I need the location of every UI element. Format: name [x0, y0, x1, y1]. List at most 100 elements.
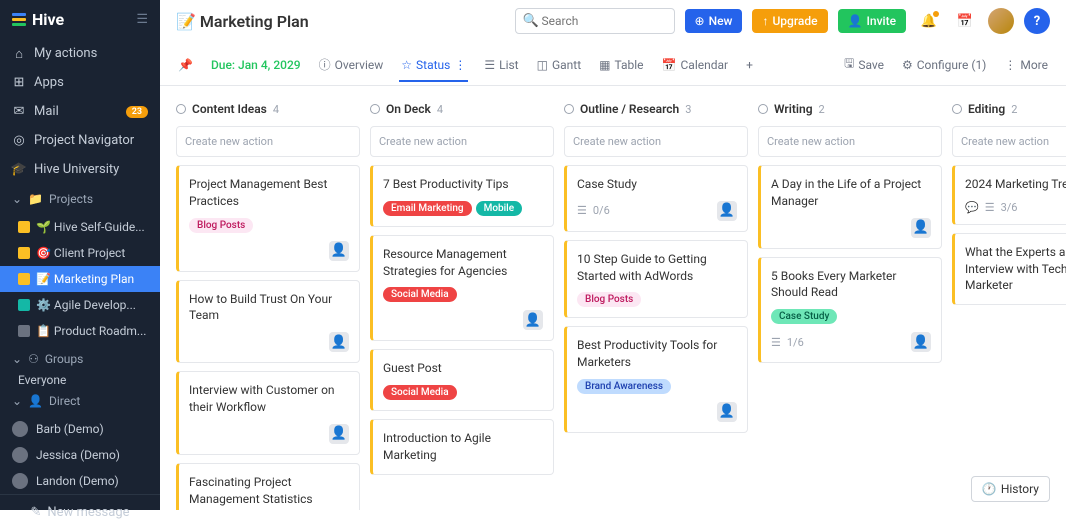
direct-person[interactable]: Jessica (Demo) — [0, 442, 160, 468]
project-item[interactable]: 📋 Product Roadm... — [0, 318, 160, 344]
logo[interactable]: Hive ☰ — [0, 0, 160, 39]
groups-header[interactable]: ⌄ ⚇ Groups — [0, 344, 160, 374]
direct-header[interactable]: ⌄ 👤 Direct — [0, 386, 160, 416]
pin-button[interactable]: 📌 — [176, 50, 195, 82]
card[interactable]: Resource Management Strategies for Agenc… — [370, 235, 554, 342]
card[interactable]: How to Build Trust On Your Team 👤 — [176, 280, 360, 364]
nav-hive-university[interactable]: 🎓 Hive University — [0, 155, 160, 184]
notifications-button[interactable]: 🔔 — [916, 8, 942, 34]
menu-toggle-icon[interactable]: ☰ — [136, 12, 148, 27]
user-avatar[interactable] — [988, 8, 1014, 34]
card[interactable]: 2024 Marketing Trend💬☰3/6 — [952, 165, 1066, 225]
tab-label: Overview — [335, 58, 384, 72]
create-action-input[interactable]: Create new action — [176, 126, 360, 157]
card[interactable]: 10 Step Guide to Getting Started with Ad… — [564, 240, 748, 319]
direct-person[interactable]: Landon (Demo) — [0, 468, 160, 494]
tab-gantt[interactable]: ◫Gantt — [535, 50, 584, 82]
status-circle-icon — [758, 104, 768, 114]
assignee-avatar[interactable]: 👤 — [329, 424, 349, 444]
column-title: Editing — [968, 102, 1005, 116]
checklist-count: 0/6 — [593, 204, 610, 217]
calendar-button[interactable]: 📅 — [952, 8, 978, 34]
group-everyone[interactable]: Everyone — [0, 374, 160, 386]
assignee-avatar[interactable]: 👤 — [911, 332, 931, 352]
nav-my-actions[interactable]: ⌂ My actions — [0, 39, 160, 68]
tab-overview[interactable]: ⓘOverview — [317, 48, 386, 83]
star-icon: ☆ — [401, 58, 412, 72]
nav-project-navigator[interactable]: ◎ Project Navigator — [0, 126, 160, 155]
chevron-icon: ⌄ — [12, 352, 22, 366]
projects-header[interactable]: ⌄ 📁 Projects — [0, 184, 160, 214]
configure-button[interactable]: ⚙Configure (1) — [900, 50, 988, 82]
nav-label: Mail — [34, 104, 59, 119]
nav-mail[interactable]: ✉ Mail 23 — [0, 97, 160, 126]
project-color-icon — [18, 221, 30, 233]
card-title: Interview with Customer on their Workflo… — [189, 382, 349, 416]
card[interactable]: A Day in the Life of a Project Manager👤 — [758, 165, 942, 249]
tab-calendar[interactable]: 📅Calendar — [660, 50, 731, 82]
project-item[interactable]: 🌱 Hive Self-Guide... — [0, 214, 160, 240]
card-footer: ☰1/6👤 — [771, 332, 931, 352]
tag[interactable]: Email Marketing — [383, 201, 472, 216]
direct-person[interactable]: Barb (Demo) — [0, 416, 160, 442]
card[interactable]: Best Productivity Tools for MarketersBra… — [564, 326, 748, 433]
upgrade-button[interactable]: ↑Upgrade — [752, 9, 827, 33]
tab-label: Table — [614, 58, 643, 72]
tab-table[interactable]: ▦Table — [597, 50, 645, 82]
card-title: How to Build Trust On Your Team — [189, 291, 349, 325]
create-action-input[interactable]: Create new action — [952, 126, 1066, 157]
history-button[interactable]: 🕐 History — [971, 476, 1050, 502]
tag[interactable]: Brand Awareness — [577, 379, 671, 394]
add-view-button[interactable]: + — [744, 50, 755, 82]
card[interactable]: What the Experts are Saying: Interview w… — [952, 233, 1066, 305]
tag[interactable]: Case Study — [771, 309, 837, 324]
card[interactable]: Case Study☰0/6👤 — [564, 165, 748, 232]
project-item[interactable]: 📝 Marketing Plan — [0, 266, 160, 292]
assignee-avatar[interactable]: 👤 — [911, 218, 931, 238]
column-count: 4 — [437, 103, 443, 116]
card[interactable]: 7 Best Productivity TipsEmail MarketingM… — [370, 165, 554, 227]
tag[interactable]: Social Media — [383, 287, 457, 302]
more-icon[interactable]: ⋮ — [454, 58, 466, 72]
assignee-avatar[interactable]: 👤 — [717, 402, 737, 422]
card[interactable]: Interview with Customer on their Workflo… — [176, 371, 360, 455]
column-title: Content Ideas — [192, 102, 267, 116]
nav-apps[interactable]: ⊞ Apps — [0, 68, 160, 97]
help-button[interactable]: ? — [1024, 8, 1050, 34]
column-header: On Deck 4 — [370, 100, 554, 118]
create-action-input[interactable]: Create new action — [370, 126, 554, 157]
card[interactable]: Introduction to Agile Marketing — [370, 419, 554, 475]
project-item[interactable]: ⚙️ Agile Develop... — [0, 292, 160, 318]
save-icon: 🖫 — [844, 54, 854, 75]
create-action-input[interactable]: Create new action — [758, 126, 942, 157]
section-label: Projects — [49, 192, 93, 206]
card[interactable]: 5 Books Every Marketer Should ReadCase S… — [758, 257, 942, 364]
arrow-up-icon: ↑ — [762, 14, 768, 28]
board-column: Writing 2 Create new action A Day in the… — [758, 100, 942, 496]
card[interactable]: Fascinating Project Management Statistic… — [176, 463, 360, 510]
save-button[interactable]: 🖫Save — [842, 46, 886, 85]
tab-status[interactable]: ☆Status ⋮ — [399, 50, 468, 82]
assignee-avatar[interactable]: 👤 — [329, 332, 349, 352]
due-date[interactable]: Due: Jan 4, 2029 — [209, 50, 303, 82]
card[interactable]: Guest PostSocial Media — [370, 349, 554, 411]
tag[interactable]: Social Media — [383, 385, 457, 400]
create-action-input[interactable]: Create new action — [564, 126, 748, 157]
assignee-avatar[interactable]: 👤 — [523, 310, 543, 330]
tag[interactable]: Mobile — [476, 201, 523, 216]
more-button[interactable]: ⋮More — [1002, 50, 1050, 82]
kanban-board: Content Ideas 4 Create new action Projec… — [160, 86, 1066, 510]
tab-list[interactable]: ☰List — [482, 50, 520, 82]
assignee-avatar[interactable]: 👤 — [329, 241, 349, 261]
project-item[interactable]: 🎯 Client Project — [0, 240, 160, 266]
logo-text: Hive — [32, 10, 64, 29]
column-count: 4 — [273, 103, 279, 116]
card[interactable]: Project Management Best PracticesBlog Po… — [176, 165, 360, 272]
tag[interactable]: Blog Posts — [189, 218, 253, 233]
card-title: Fascinating Project Management Statistic… — [189, 474, 349, 508]
assignee-avatar[interactable]: 👤 — [717, 201, 737, 221]
new-message-button[interactable]: ✎ New message — [0, 494, 160, 530]
invite-button[interactable]: 👤Invite — [838, 9, 906, 33]
tag[interactable]: Blog Posts — [577, 292, 641, 307]
new-button[interactable]: ⊕New — [685, 9, 743, 33]
